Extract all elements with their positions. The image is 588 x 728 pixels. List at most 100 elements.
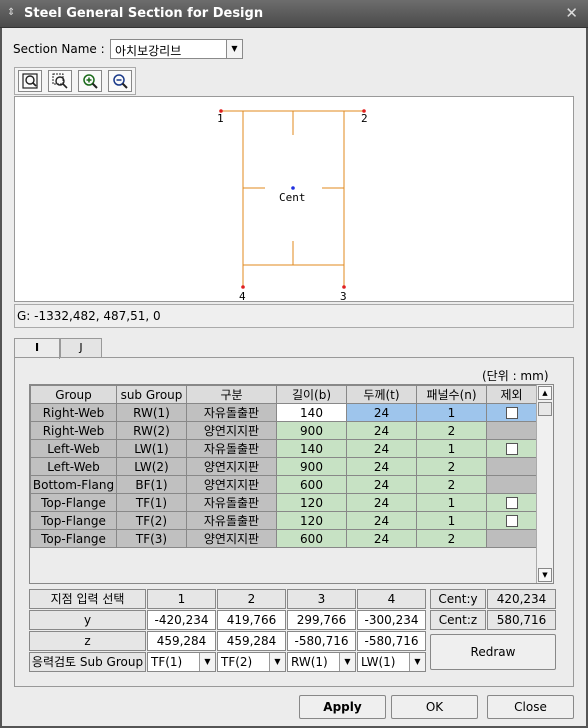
table-row[interactable]: Top-Flange TF(3) 양연지지판 600 24 2 [30, 529, 537, 548]
cell-exclude [486, 403, 537, 422]
chevron-down-icon[interactable]: ▼ [226, 40, 242, 58]
section-canvas[interactable]: 1 2 3 4 Cent [14, 96, 574, 302]
cell-group: Right-Web [30, 403, 117, 422]
cell-n[interactable]: 2 [416, 529, 487, 548]
table-row[interactable]: Left-Web LW(2) 양연지지판 900 24 2 [30, 457, 537, 476]
y-value-3[interactable]: 299,766 [287, 610, 356, 630]
table-scrollbar[interactable]: ▲ ▼ [536, 385, 553, 583]
cell-n[interactable]: 2 [416, 457, 487, 476]
z-value-3[interactable]: -580,716 [287, 631, 356, 651]
chevron-down-icon[interactable]: ▼ [339, 653, 355, 671]
tab-j[interactable]: J [60, 338, 102, 358]
subgroup-select-2[interactable]: TF(2) ▼ [217, 652, 286, 672]
unit-label: (단위 : mm) [482, 369, 549, 383]
table-row[interactable]: Top-Flange TF(1) 자유돌출판 120 24 1 [30, 493, 537, 512]
cell-b[interactable]: 600 [276, 529, 347, 548]
scroll-thumb[interactable] [538, 402, 552, 416]
subgroup-value-2: TF(2) [221, 655, 253, 669]
z-value-4[interactable]: -580,716 [357, 631, 426, 651]
section-name-select[interactable]: 아치보강리브 ▼ [110, 39, 243, 59]
chevron-down-icon[interactable]: ▼ [269, 653, 285, 671]
window-title: Steel General Section for Design [24, 6, 264, 21]
cell-group: Left-Web [30, 439, 117, 458]
cell-t[interactable]: 24 [346, 403, 417, 422]
close-icon[interactable]: ✕ [565, 4, 578, 22]
scroll-up-icon[interactable]: ▲ [538, 386, 552, 400]
tab-i[interactable]: I [14, 338, 60, 359]
view-toolbar [14, 67, 136, 95]
cell-t[interactable]: 24 [346, 439, 417, 458]
table-row[interactable]: Bottom-Flang BF(1) 양연지지판 600 24 2 [30, 475, 537, 494]
chevron-down-icon[interactable]: ▼ [199, 653, 215, 671]
cell-n[interactable]: 1 [416, 493, 487, 512]
redraw-button[interactable]: Redraw [430, 634, 556, 670]
cell-n[interactable]: 2 [416, 421, 487, 440]
point-marker-4 [241, 285, 245, 289]
chevron-down-icon[interactable]: ▼ [409, 653, 425, 671]
cell-group: Top-Flange [30, 529, 117, 548]
point-col-4[interactable]: 4 [357, 589, 426, 609]
ok-button[interactable]: OK [391, 695, 478, 719]
cell-exclude [486, 493, 537, 512]
col-header-group[interactable]: Group [30, 385, 117, 404]
y-row-label: y [29, 610, 146, 630]
col-header-thickness[interactable]: 두께(t) [346, 385, 417, 404]
table-row[interactable]: Top-Flange TF(2) 자유돌출판 120 24 1 [30, 511, 537, 530]
exclude-checkbox[interactable] [505, 497, 518, 509]
cell-b[interactable]: 900 [276, 457, 347, 476]
subgroup-value-1: TF(1) [151, 655, 183, 669]
point-col-2[interactable]: 2 [217, 589, 286, 609]
subgroup-select-1[interactable]: TF(1) ▼ [147, 652, 216, 672]
cell-t[interactable]: 24 [346, 475, 417, 494]
cell-b[interactable]: 900 [276, 421, 347, 440]
point-col-1[interactable]: 1 [147, 589, 216, 609]
exclude-checkbox[interactable] [505, 443, 518, 455]
col-header-length[interactable]: 길이(b) [276, 385, 347, 404]
cell-n[interactable]: 1 [416, 511, 487, 530]
col-header-exclude[interactable]: 제외 [486, 385, 537, 404]
scroll-down-icon[interactable]: ▼ [538, 568, 552, 582]
point-marker-3 [342, 285, 346, 289]
col-header-kind[interactable]: 구분 [186, 385, 277, 404]
cell-sub: TF(3) [116, 529, 187, 548]
cell-t[interactable]: 24 [346, 421, 417, 440]
subgroup-select-4[interactable]: LW(1) ▼ [357, 652, 426, 672]
cell-n[interactable]: 2 [416, 475, 487, 494]
cell-b[interactable]: 120 [276, 493, 347, 512]
cell-group: Top-Flange [30, 511, 117, 530]
apply-button[interactable]: Apply [299, 695, 386, 719]
cell-t[interactable]: 24 [346, 457, 417, 476]
cell-exclude [486, 457, 537, 476]
cell-t[interactable]: 24 [346, 493, 417, 512]
cell-b[interactable]: 600 [276, 475, 347, 494]
table-row[interactable]: Left-Web LW(1) 자유돌출판 140 24 1 [30, 439, 537, 458]
cell-n[interactable]: 1 [416, 403, 487, 422]
zoom-in-icon[interactable] [78, 70, 102, 92]
table-row[interactable]: Right-Web RW(2) 양연지지판 900 24 2 [30, 421, 537, 440]
cell-t[interactable]: 24 [346, 511, 417, 530]
point-col-3[interactable]: 3 [287, 589, 356, 609]
zoom-out-icon[interactable] [108, 70, 132, 92]
y-value-4[interactable]: -300,234 [357, 610, 426, 630]
close-button[interactable]: Close [487, 695, 574, 719]
cell-b[interactable]: 120 [276, 511, 347, 530]
exclude-checkbox[interactable] [505, 515, 518, 527]
z-value-2[interactable]: 459,284 [217, 631, 286, 651]
col-header-panels[interactable]: 패널수(n) [416, 385, 487, 404]
table-row[interactable]: Right-Web RW(1) 자유돌출판 140 24 1 [30, 403, 537, 422]
zoom-fit-icon[interactable] [18, 70, 42, 92]
chevron-updown-icon[interactable]: ⇕ [7, 7, 15, 18]
zoom-window-icon[interactable] [48, 70, 72, 92]
cell-t[interactable]: 24 [346, 529, 417, 548]
y-value-1[interactable]: -420,234 [147, 610, 216, 630]
y-value-2[interactable]: 419,766 [217, 610, 286, 630]
subgroup-select-3[interactable]: RW(1) ▼ [287, 652, 356, 672]
cell-kind: 양연지지판 [186, 475, 277, 494]
z-value-1[interactable]: 459,284 [147, 631, 216, 651]
cell-b[interactable]: 140 [276, 403, 347, 422]
cell-b[interactable]: 140 [276, 439, 347, 458]
exclude-checkbox[interactable] [505, 407, 518, 419]
cell-sub: LW(1) [116, 439, 187, 458]
col-header-subgroup[interactable]: sub Group [116, 385, 187, 404]
cell-n[interactable]: 1 [416, 439, 487, 458]
